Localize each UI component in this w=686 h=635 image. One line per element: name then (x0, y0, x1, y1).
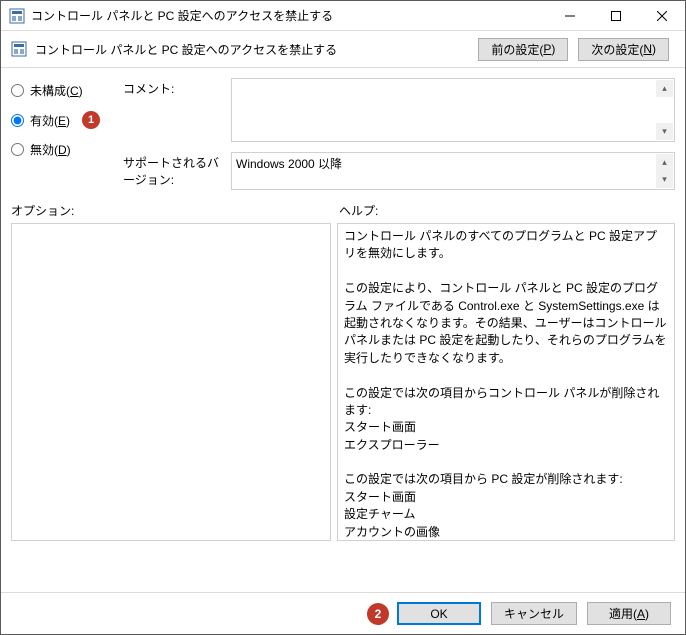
scroll-down-icon[interactable]: ▾ (656, 171, 673, 188)
radio-disabled-input[interactable] (11, 143, 24, 156)
comment-label: コメント: (123, 78, 231, 97)
supported-box: Windows 2000 以降 ▴ ▾ (231, 152, 675, 190)
maximize-button[interactable] (593, 1, 639, 31)
bottom-bar: 2 OK キャンセル 適用(A) (1, 592, 685, 634)
comment-textarea[interactable]: ▴ ▾ (231, 78, 675, 142)
close-button[interactable] (639, 1, 685, 31)
annotation-badge-2: 2 (367, 603, 389, 625)
cancel-button[interactable]: キャンセル (491, 602, 577, 625)
window-title: コントロール パネルと PC 設定へのアクセスを禁止する (31, 7, 547, 24)
scroll-down-icon[interactable]: ▾ (656, 123, 673, 140)
help-label: ヘルプ: (339, 202, 378, 219)
policy-title: コントロール パネルと PC 設定へのアクセスを禁止する (35, 41, 478, 58)
help-pane: コントロール パネルのすべてのプログラムと PC 設定アプリを無効にします。 こ… (337, 223, 675, 541)
previous-setting-button[interactable]: 前の設定(P) (478, 38, 568, 61)
radio-enabled-input[interactable] (11, 114, 24, 127)
next-setting-button[interactable]: 次の設定(N) (578, 38, 669, 61)
ok-button[interactable]: OK (397, 602, 481, 625)
state-radios: 未構成(C) 有効(E) 1 無効(D) (11, 78, 123, 190)
supported-label: サポートされるバージョン: (123, 152, 231, 188)
scroll-up-icon[interactable]: ▴ (656, 80, 673, 97)
supported-value: Windows 2000 以降 (236, 155, 342, 172)
radio-not-configured-input[interactable] (11, 84, 24, 97)
scroll-up-icon[interactable]: ▴ (656, 154, 673, 171)
header-bar: コントロール パネルと PC 設定へのアクセスを禁止する 前の設定(P) 次の設… (1, 31, 685, 67)
radio-not-configured[interactable]: 未構成(C) (11, 82, 123, 99)
app-icon (9, 8, 25, 24)
apply-button[interactable]: 適用(A) (587, 602, 671, 625)
minimize-button[interactable] (547, 1, 593, 31)
options-pane (11, 223, 331, 541)
separator (1, 67, 685, 68)
options-label: オプション: (11, 202, 339, 219)
title-bar: コントロール パネルと PC 設定へのアクセスを禁止する (1, 1, 685, 31)
policy-icon (11, 41, 27, 57)
annotation-badge-1: 1 (82, 111, 100, 129)
radio-disabled[interactable]: 無効(D) (11, 141, 123, 158)
radio-enabled[interactable]: 有効(E) 1 (11, 111, 123, 129)
